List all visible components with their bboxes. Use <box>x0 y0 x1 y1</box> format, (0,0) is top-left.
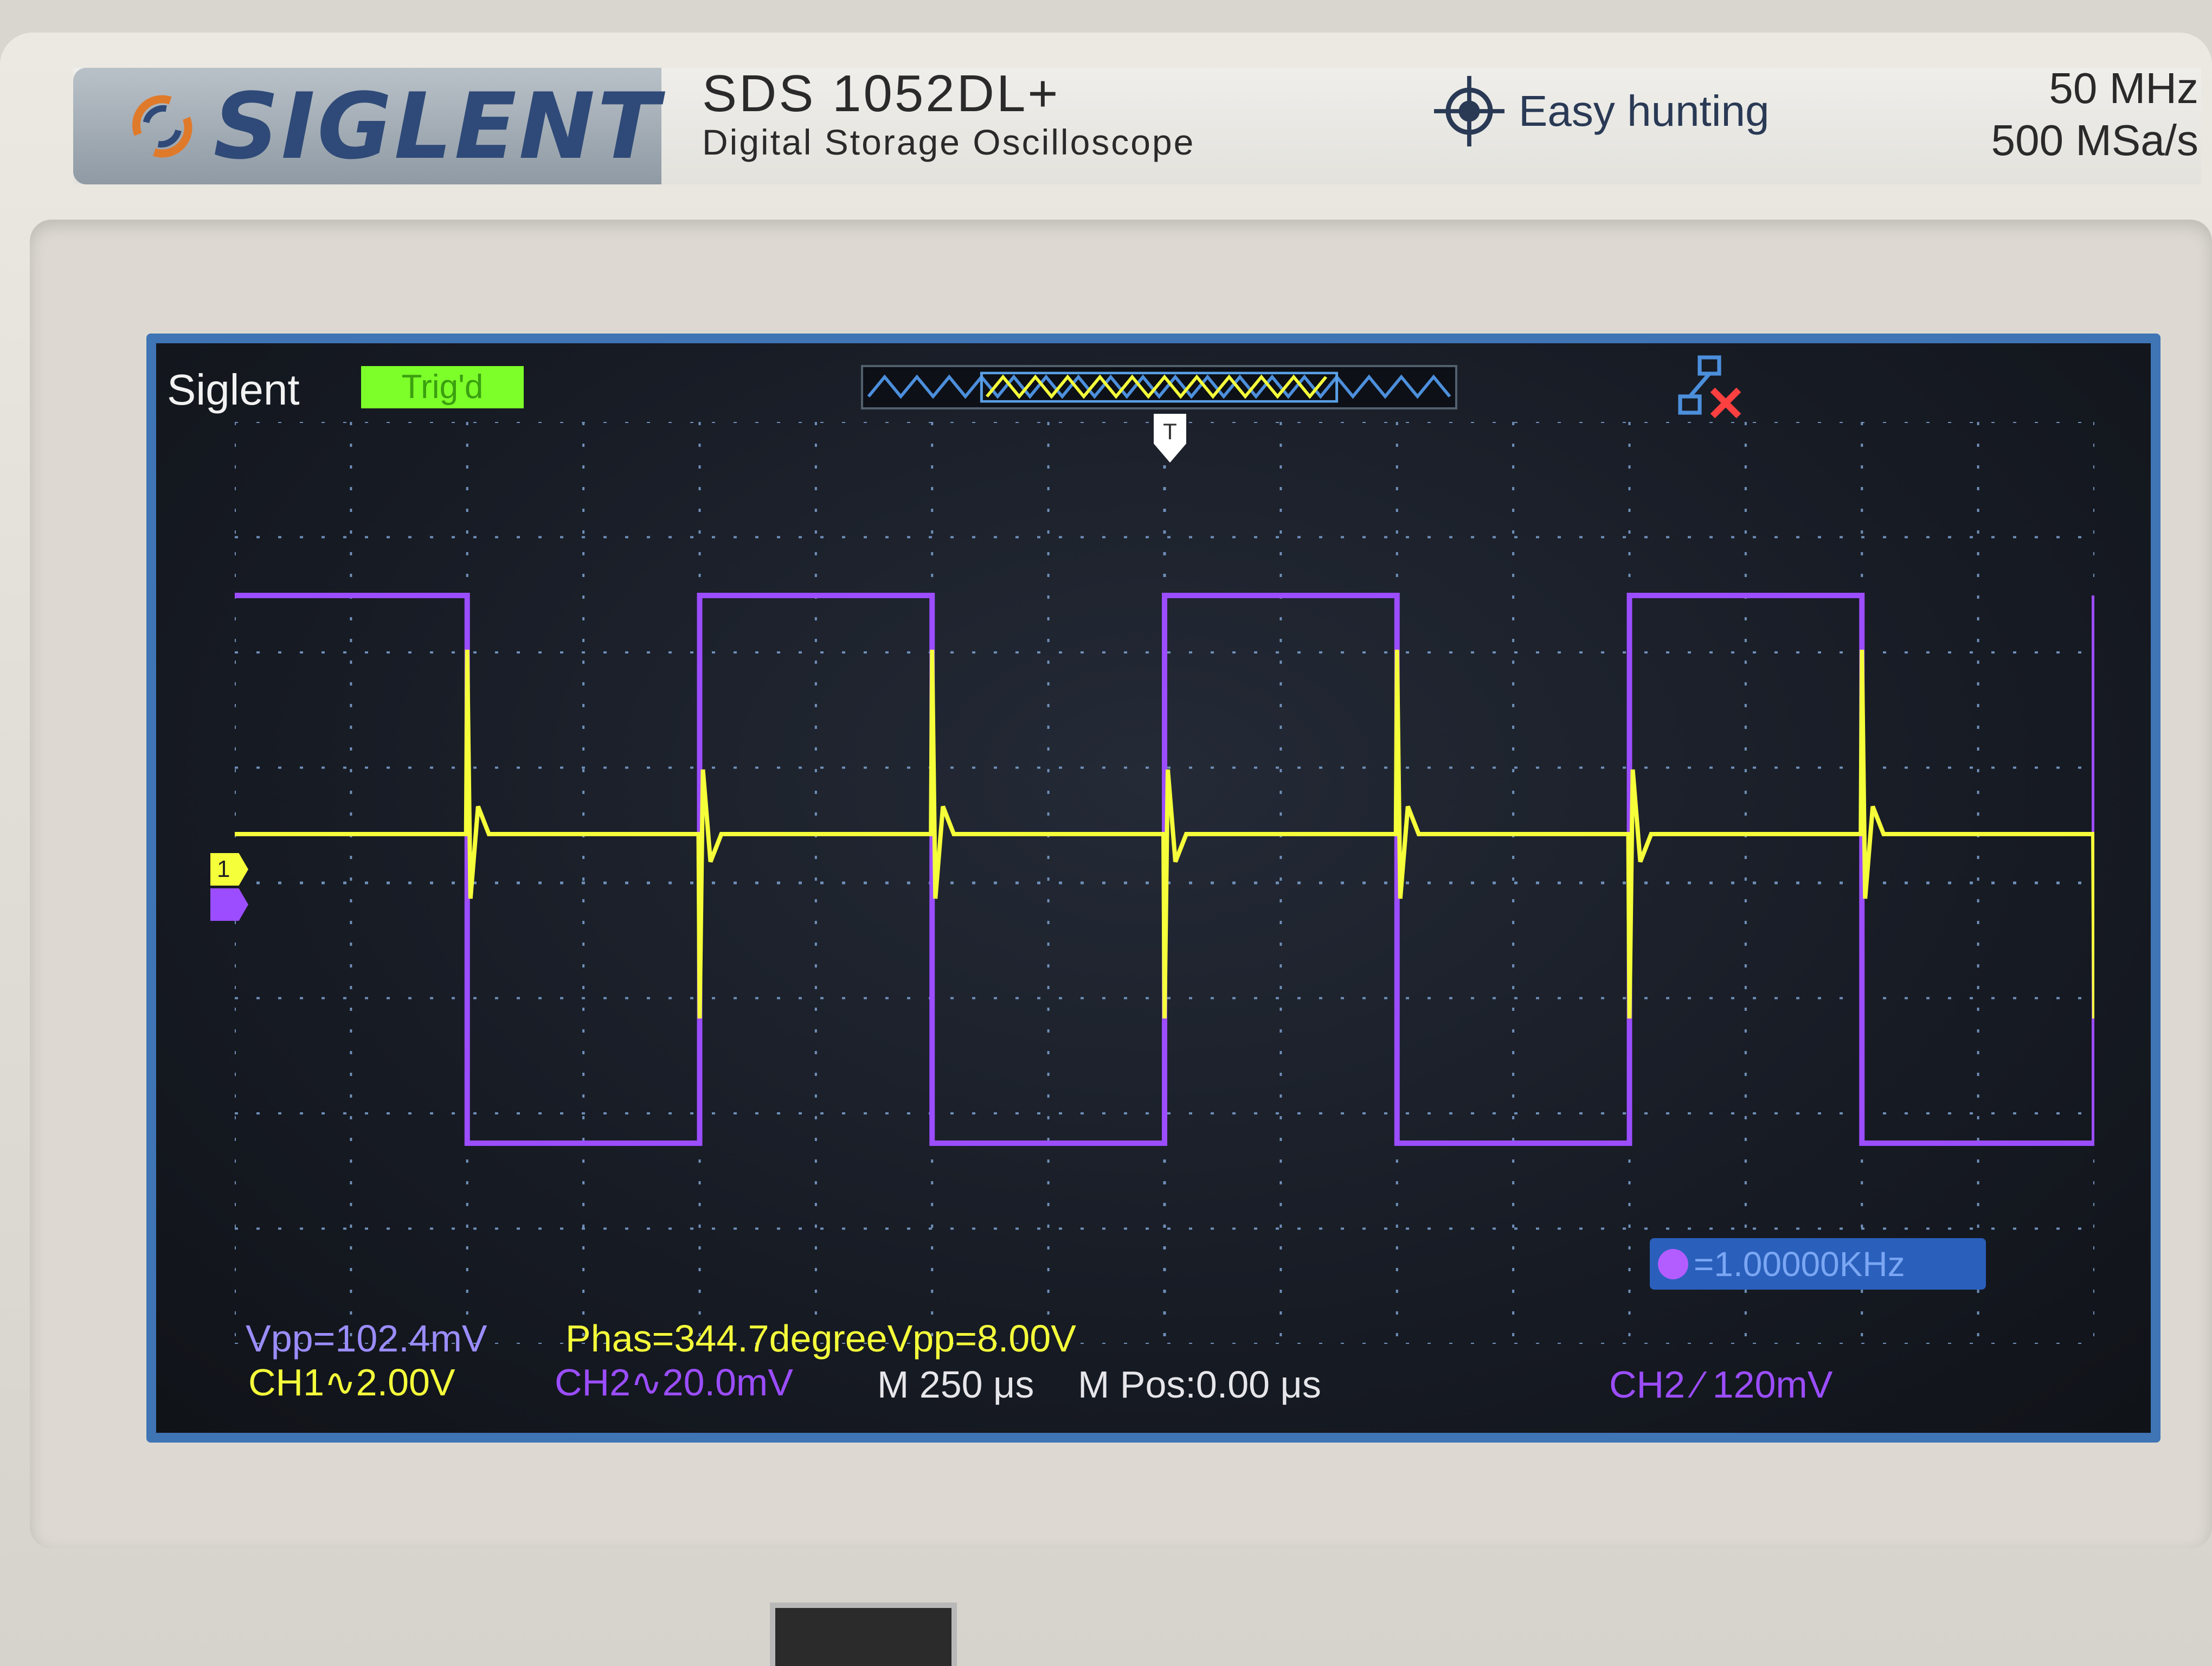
frequency-counter-box: =1.00000KHz <box>1650 1238 1986 1290</box>
easy-hunting-label: Easy hunting <box>1519 87 1770 135</box>
model-info: SDS 1052DL+ Digital Storage Oscilloscope <box>702 64 1195 163</box>
network-disconnected-icon <box>1678 355 1741 419</box>
timebase-label: M 250 μs <box>877 1363 1034 1406</box>
crosshair-icon <box>1434 76 1504 146</box>
ch2-scale-label: CH2∿20.0mV <box>555 1361 793 1404</box>
ch1-vpp-measurement: Vpp=102.4mV <box>246 1317 487 1360</box>
waveform-plot <box>235 422 2094 1344</box>
oscilloscope-screen: Siglent Trig'd T 1 =1.00000KHz Vpp=102.4… <box>146 334 2160 1443</box>
brand-logo-text: SIGLENT <box>213 73 661 180</box>
memory-position-bar <box>861 365 1457 409</box>
memory-waveform-preview <box>867 374 1451 399</box>
sample-rate-label: 500 MSa/s <box>1991 116 2198 164</box>
trigger-status-badge: Trig'd <box>361 366 524 408</box>
phase-vpp-measurement: Phas=344.7degreeVpp=8.00V <box>565 1317 1076 1360</box>
brand-logo-panel: SIGLENT <box>73 68 661 184</box>
screen-brand-label: Siglent <box>167 366 300 414</box>
usb-port[interactable] <box>770 1603 957 1666</box>
trigger-marker-label: T <box>1163 419 1177 444</box>
counter-channel-icon <box>1658 1248 1688 1279</box>
trigger-position-marker: T <box>1154 414 1186 463</box>
siglent-logo-icon <box>132 95 192 157</box>
model-name: SDS 1052DL+ <box>702 65 1060 123</box>
horizontal-position-label: M Pos:0.00 μs <box>1078 1363 1321 1406</box>
model-description: Digital Storage Oscilloscope <box>702 122 1195 162</box>
spec-info: 50 MHz 500 MSa/s <box>1991 62 2198 166</box>
ch1-scale-label: CH1∿2.00V <box>248 1361 455 1404</box>
trigger-info-label: CH2 ⁄ 120mV <box>1609 1363 1833 1406</box>
waveform-display: T <box>235 414 2094 1344</box>
bandwidth-label: 50 MHz <box>2049 64 2198 112</box>
easy-hunting-badge: Easy hunting <box>1434 76 1770 146</box>
frequency-readout: =1.00000KHz <box>1694 1244 1905 1284</box>
